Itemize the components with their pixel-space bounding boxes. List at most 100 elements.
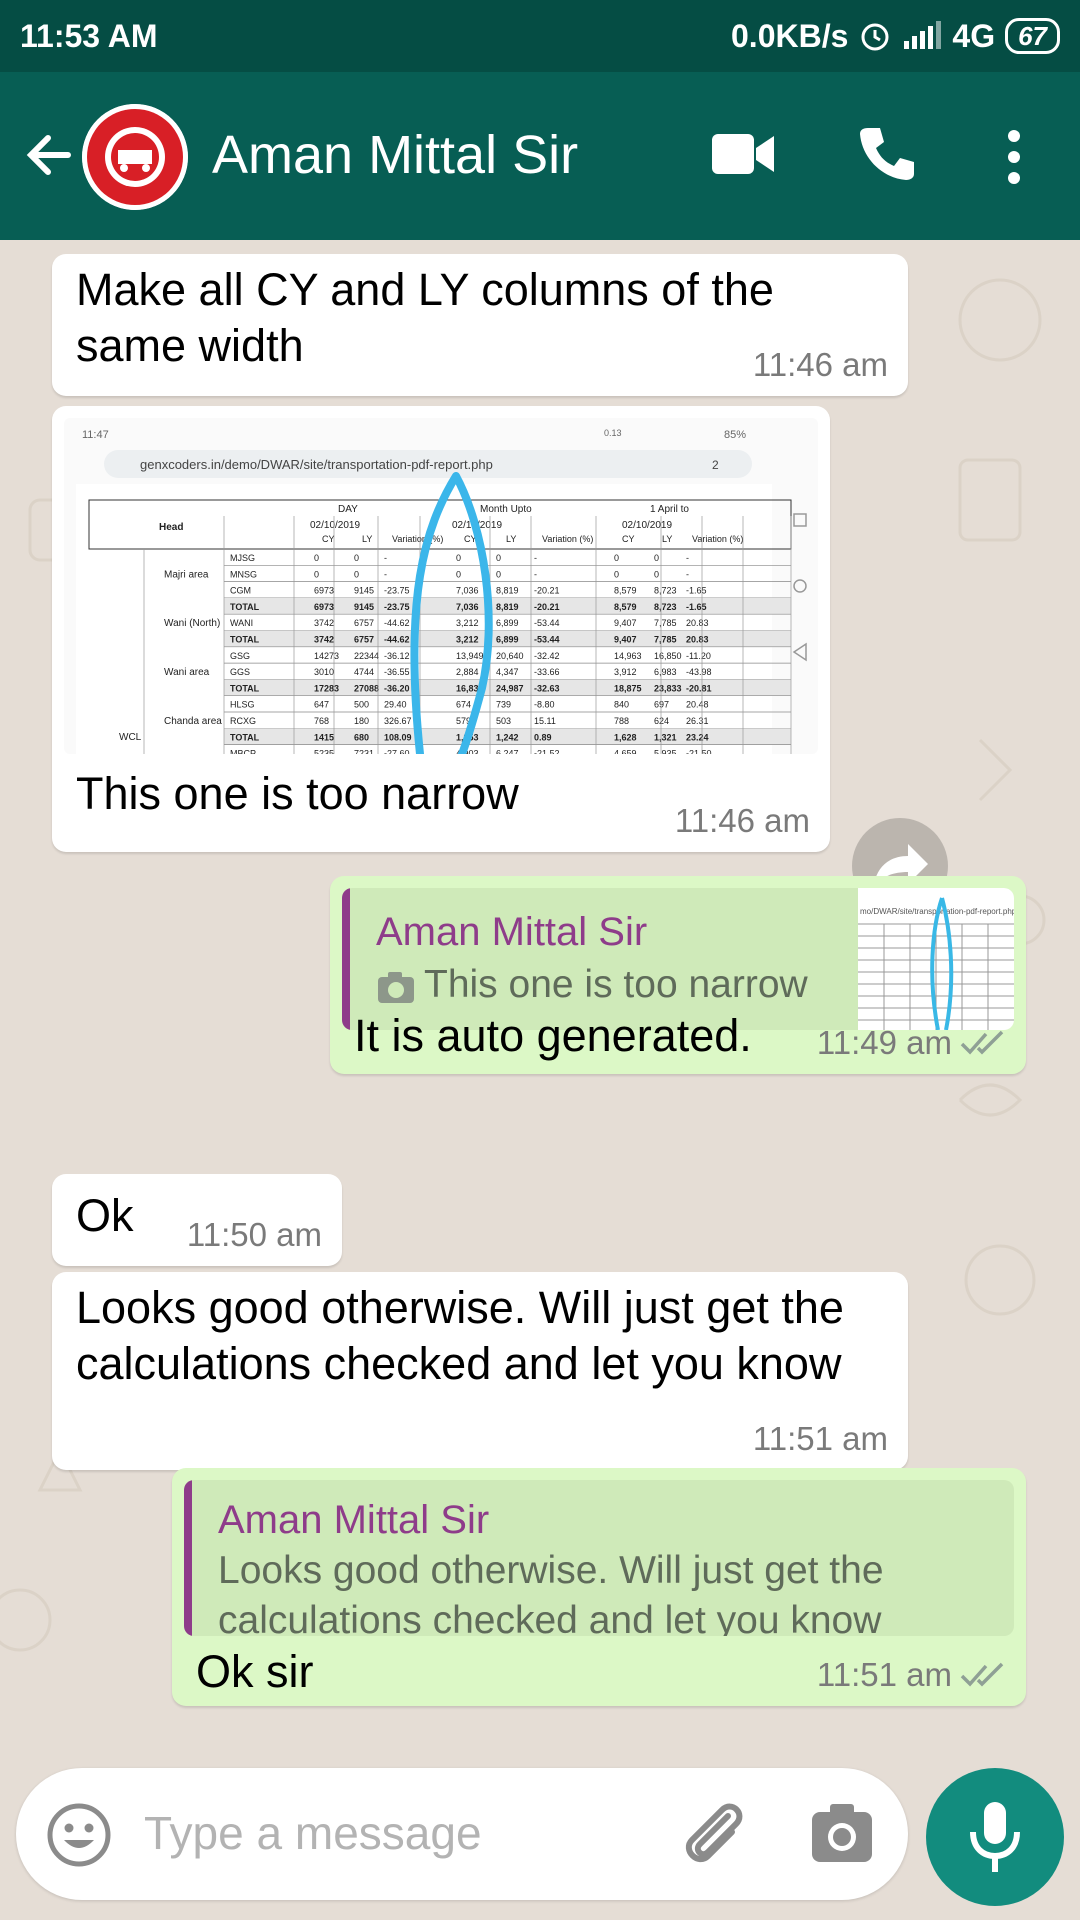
table-row-code: MBCP: [230, 749, 256, 754]
table-date-header: 02/10/2019: [310, 520, 360, 531]
table-cell: 3742: [314, 635, 334, 645]
table-cell: 6,247: [496, 749, 519, 754]
table-cell: 0: [496, 569, 501, 579]
table-cell: 29.40: [384, 700, 407, 710]
table-cell: 624: [654, 716, 669, 726]
outgoing-message[interactable]: Aman Mittal Sir This one is too narrow m…: [330, 876, 1026, 1074]
quote-text: This one is too narrow: [424, 963, 808, 1006]
table-cell: 20.48: [686, 700, 709, 710]
table-area-label: Wani (North): [164, 618, 220, 629]
emoji-icon[interactable]: [46, 1802, 112, 1868]
table-cell: -1.65: [686, 586, 707, 596]
read-ticks-icon: [960, 1030, 1004, 1055]
message-time-text: 11:51 am: [816, 1656, 952, 1693]
table-cell: 739: [496, 700, 511, 710]
table-cell: 7,036: [456, 602, 479, 612]
message-time: 11:50 am: [186, 1216, 322, 1253]
table-cell: 0: [456, 569, 461, 579]
incoming-message[interactable]: Ok 11:50 am: [52, 1174, 342, 1266]
table-cell: 24,987: [496, 683, 524, 693]
table-cell: 1,242: [496, 732, 519, 742]
contact-name[interactable]: Aman Mittal Sir: [212, 124, 578, 186]
table-cell: 4,347: [496, 667, 519, 677]
table-cell: 20,640: [496, 651, 524, 661]
indian-railways-logo: [82, 104, 188, 210]
table-row-code: GSG: [230, 651, 250, 661]
message-text: Make all CY and LY columns of the same w…: [76, 264, 774, 371]
voice-message-button[interactable]: [926, 1768, 1064, 1906]
more-options-icon[interactable]: [1000, 130, 1028, 184]
table-cell: 788: [614, 716, 629, 726]
video-call-icon[interactable]: [712, 132, 774, 176]
table-cell: -43.98: [686, 667, 712, 677]
table-cell: 22344: [354, 651, 379, 661]
incoming-image-message[interactable]: 11:47 0.13 85% genxcoders.in/demo/DWAR/site…: [52, 406, 830, 852]
read-ticks-icon: [960, 1662, 1004, 1687]
network-type: 4G: [952, 17, 996, 54]
table-cell: -33.66: [534, 667, 560, 677]
chat-wallpaper[interactable]: Make all CY and LY columns of the same w…: [0, 240, 1080, 1920]
table-cell: 0: [354, 569, 359, 579]
table-row-code: TOTAL: [230, 732, 260, 742]
table-cell: 6,983: [654, 667, 677, 677]
table-cell: 0: [314, 553, 319, 563]
table-left-label: WCL: [119, 732, 142, 743]
screenshot-status-speed: 0.13: [604, 428, 622, 438]
microphone-icon: [970, 1802, 1020, 1872]
quote-bar: [342, 888, 350, 1030]
table-cell: 3010: [314, 667, 334, 677]
image-caption: This one is too narrow: [76, 768, 519, 819]
table-cell: 697: [654, 700, 669, 710]
phone-call-icon[interactable]: [858, 124, 916, 182]
table-group-header: Month Upto: [480, 504, 532, 515]
table-row-code: GGS: [230, 667, 250, 677]
quote-bar: [184, 1480, 192, 1636]
table-cell: -44.62: [384, 635, 410, 645]
table-cell: 4744: [354, 667, 374, 677]
chat-header: Aman Mittal Sir: [0, 72, 1080, 240]
message-text: Looks good otherwise. Will just get the …: [76, 1282, 844, 1389]
table-cell: 180: [354, 716, 369, 726]
image-thumbnail[interactable]: 11:47 0.13 85% genxcoders.in/demo/DWAR/site…: [64, 418, 818, 754]
table-cell: -20.21: [534, 586, 560, 596]
message-time: 11:51 am: [752, 1420, 888, 1457]
table-cell: -36.20: [384, 683, 410, 693]
table-cell: 8,723: [654, 602, 677, 612]
table-date-header: 02/10/2019: [622, 520, 672, 531]
table-cell: 0: [654, 553, 659, 563]
screenshot-url: genxcoders.in/demo/DWAR/site/transportat…: [140, 457, 493, 472]
table-cell: 16,850: [654, 651, 682, 661]
table-cell: 1,321: [654, 732, 677, 742]
attachment-paperclip-icon[interactable]: [680, 1798, 750, 1870]
table-cell: -20.81: [686, 683, 712, 693]
quoted-message[interactable]: Aman Mittal Sir Looks good otherwise. Wi…: [184, 1480, 1014, 1636]
table-cell: 1,628: [614, 732, 637, 742]
table-cell: 6973: [314, 586, 334, 596]
message-time: 11:49 am: [817, 1024, 1006, 1062]
table-cell: -32.42: [534, 651, 560, 661]
back-arrow-icon[interactable]: [22, 128, 76, 182]
table-cell: 8,819: [496, 602, 519, 612]
table-cell: 20.83: [686, 618, 709, 628]
table-area-label: Wani area: [164, 667, 210, 678]
camera-icon[interactable]: [810, 1802, 874, 1864]
table-cell: -: [534, 569, 537, 579]
table-cell: -: [686, 569, 689, 579]
message-time-text: 11:49 am: [816, 1024, 952, 1061]
quote-author: Aman Mittal Sir: [218, 1498, 490, 1542]
message-input[interactable]: Type a message: [144, 1806, 482, 1860]
table-cell: 9,407: [614, 635, 637, 645]
outgoing-message[interactable]: Aman Mittal Sir Looks good otherwise. Wi…: [172, 1468, 1026, 1706]
contact-avatar[interactable]: [82, 104, 188, 210]
incoming-message[interactable]: Looks good otherwise. Will just get the …: [52, 1272, 908, 1470]
screenshot-status-battery: 85%: [724, 429, 746, 441]
table-cell: 1415: [314, 732, 334, 742]
table-cell: -: [686, 553, 689, 563]
table-cell: 27088: [354, 683, 379, 693]
table-cell: 0: [456, 553, 461, 563]
battery-indicator: 67: [1005, 18, 1060, 54]
report-screenshot: 11:47 0.13 85% genxcoders.in/demo/DWAR/site…: [64, 418, 818, 754]
incoming-message[interactable]: Make all CY and LY columns of the same w…: [52, 254, 908, 396]
message-composer[interactable]: Type a message: [16, 1768, 908, 1900]
table-cell: 3,212: [456, 618, 479, 628]
